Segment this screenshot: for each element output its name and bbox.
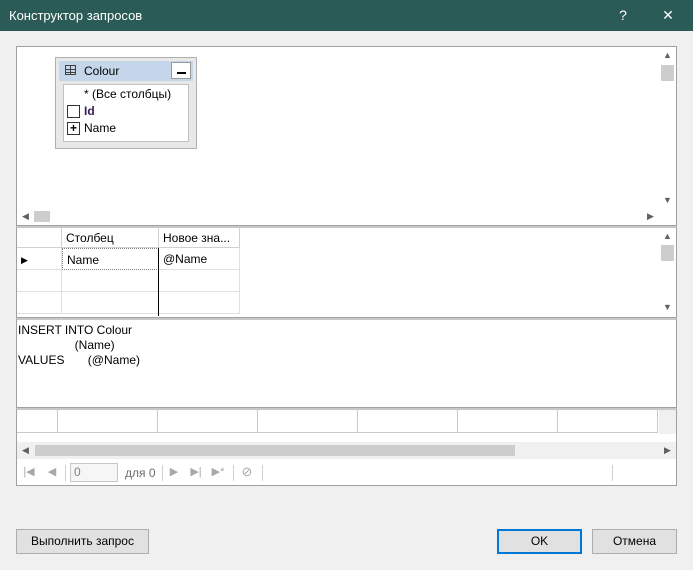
grid-divider xyxy=(158,248,159,316)
column-header-column[interactable]: Столбец xyxy=(62,228,159,248)
help-button[interactable]: ? xyxy=(600,0,646,31)
title-bar: Конструктор запросов ? ✕ xyxy=(0,0,693,31)
results-column xyxy=(557,410,658,432)
criteria-grid[interactable]: Столбец Новое зна... ▶ Name @Name ▲ ▼ xyxy=(16,226,677,318)
record-navigator: |◀ ◀ 0 для 0 ▶ ▶| ▶* ⊘ xyxy=(17,460,658,486)
ok-button[interactable]: OK xyxy=(497,529,582,554)
column-label: * (Все столбцы) xyxy=(84,87,172,101)
results-column xyxy=(157,410,258,432)
window-title: Конструктор запросов xyxy=(9,8,143,23)
cell-new-value[interactable] xyxy=(159,270,240,292)
column-label: Name xyxy=(84,121,117,135)
diagram-hscroll[interactable]: ◀ ▶ xyxy=(17,208,659,225)
scroll-thumb[interactable] xyxy=(661,65,674,81)
page-number-input[interactable]: 0 xyxy=(70,463,118,482)
column-label: Id xyxy=(84,104,95,118)
table-column-list: * (Все столбцы) Id + Name xyxy=(63,84,189,142)
results-header-row xyxy=(17,410,658,433)
table-name: Colour xyxy=(84,64,120,78)
diagram-vscroll[interactable]: ▲ ▼ xyxy=(659,47,676,209)
row-selector[interactable] xyxy=(17,292,62,314)
row-selector[interactable]: ▶ xyxy=(17,248,62,270)
last-record-icon[interactable]: ▶| xyxy=(189,465,203,479)
results-column xyxy=(257,410,358,432)
cell-column[interactable] xyxy=(62,292,159,314)
separator xyxy=(65,465,66,481)
scroll-up-icon[interactable]: ▲ xyxy=(659,47,676,64)
diagram-pane[interactable]: Colour * (Все столбцы) Id + Name ▲ ▼ ◀ ▶ xyxy=(16,46,677,226)
scroll-thumb[interactable] xyxy=(34,211,50,222)
previous-record-icon[interactable]: ◀ xyxy=(45,465,59,479)
scroll-right-icon[interactable]: ▶ xyxy=(642,208,659,225)
separator xyxy=(162,465,163,481)
column-header-new-value[interactable]: Новое зна... xyxy=(159,228,240,248)
scroll-thumb[interactable] xyxy=(35,445,515,456)
scroll-left-icon[interactable]: ◀ xyxy=(17,442,34,459)
minimize-table-button[interactable] xyxy=(171,62,191,79)
results-column xyxy=(357,410,458,432)
row-selector[interactable] xyxy=(17,270,62,292)
results-pane[interactable]: ◀ ▶ |◀ ◀ 0 для 0 ▶ ▶| ▶* ⊘ xyxy=(16,408,677,486)
results-hscroll[interactable]: ◀ ▶ xyxy=(17,442,676,459)
separator xyxy=(262,465,263,481)
table-header[interactable]: Colour xyxy=(59,61,193,81)
scroll-left-icon[interactable]: ◀ xyxy=(17,208,34,225)
cancel-button[interactable]: Отмена xyxy=(592,529,677,554)
current-row-icon: ▶ xyxy=(21,255,28,265)
separator xyxy=(612,465,613,481)
execute-query-button[interactable]: Выполнить запрос xyxy=(16,529,149,554)
table-widget[interactable]: Colour * (Все столбцы) Id + Name xyxy=(55,57,197,149)
scroll-up-icon[interactable]: ▲ xyxy=(659,228,676,245)
table-icon xyxy=(65,65,76,75)
checkbox-id[interactable] xyxy=(67,105,80,118)
results-column xyxy=(57,410,158,432)
next-record-icon[interactable]: ▶ xyxy=(167,465,181,479)
cell-column[interactable]: Name xyxy=(62,248,159,270)
sql-text[interactable]: INSERT INTO Colour (Name) VALUES (@Name) xyxy=(18,323,140,368)
results-row-header xyxy=(17,410,58,432)
cell-column[interactable] xyxy=(62,270,159,292)
results-vscroll[interactable] xyxy=(659,410,676,434)
cell-new-value[interactable] xyxy=(159,292,240,314)
row-header-corner xyxy=(17,228,62,248)
new-record-icon[interactable]: ▶* xyxy=(211,465,225,479)
first-record-icon[interactable]: |◀ xyxy=(22,465,36,479)
cell-new-value[interactable]: @Name xyxy=(159,248,240,270)
scroll-down-icon[interactable]: ▼ xyxy=(659,192,676,209)
results-column xyxy=(457,410,558,432)
scroll-down-icon[interactable]: ▼ xyxy=(659,299,676,316)
checkbox-name[interactable]: + xyxy=(67,122,80,135)
scroll-thumb[interactable] xyxy=(661,245,674,261)
close-button[interactable]: ✕ xyxy=(645,0,691,31)
grid-vscroll[interactable]: ▲ ▼ xyxy=(659,228,676,316)
separator xyxy=(233,465,234,481)
page-count-label: для 0 xyxy=(125,466,156,480)
sql-pane[interactable]: INSERT INTO Colour (Name) VALUES (@Name) xyxy=(16,318,677,408)
scroll-right-icon[interactable]: ▶ xyxy=(659,442,676,459)
stop-icon[interactable]: ⊘ xyxy=(240,465,254,479)
